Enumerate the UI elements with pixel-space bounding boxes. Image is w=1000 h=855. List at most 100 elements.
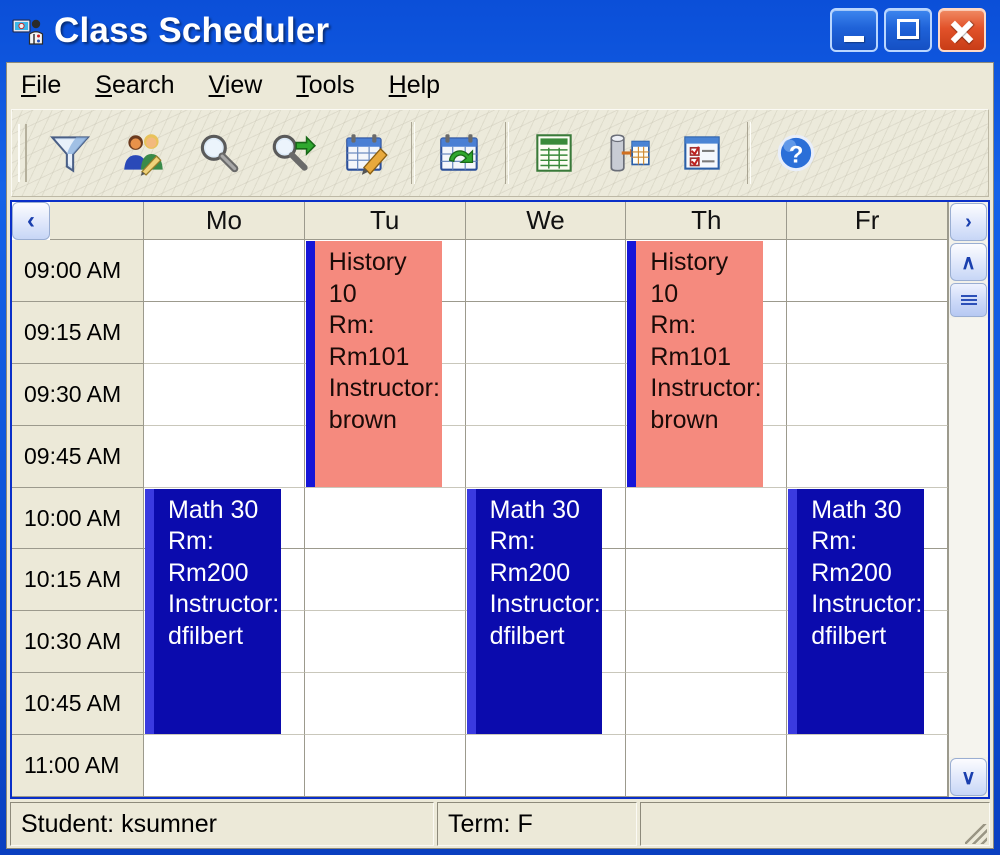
menu-item-file[interactable]: File xyxy=(21,71,61,100)
help-question-icon: ? xyxy=(777,134,815,172)
time-label-0900: 09:00 AM xyxy=(12,240,144,302)
slot-fr-0945[interactable] xyxy=(787,425,948,488)
maximize-button[interactable] xyxy=(884,8,932,52)
close-button[interactable] xyxy=(938,8,986,52)
menu-item-view[interactable]: View xyxy=(209,71,263,100)
checklist-form-icon xyxy=(684,136,720,170)
slot-fr-0915[interactable] xyxy=(787,301,948,364)
search-button[interactable] xyxy=(181,118,255,188)
menu-item-help[interactable]: Help xyxy=(389,71,440,100)
slot-we-0930[interactable] xyxy=(465,363,627,426)
menu-item-tools[interactable]: Tools xyxy=(296,71,354,100)
slot-we-0915[interactable] xyxy=(465,301,627,364)
slot-mo-0930[interactable] xyxy=(144,363,305,426)
edit-students-button[interactable] xyxy=(107,118,181,188)
time-label-0930: 09:30 AM xyxy=(12,363,144,426)
slot-tu-1015[interactable] xyxy=(304,549,466,612)
refresh-schedule-button[interactable] xyxy=(423,118,497,188)
slot-th-1030[interactable] xyxy=(626,611,788,674)
export-database-button[interactable] xyxy=(591,118,665,188)
menu-item-view-label: iew xyxy=(224,70,263,99)
scrollbar-thumb-grip xyxy=(960,293,977,307)
app-person-screen-icon xyxy=(12,16,46,46)
header-corner xyxy=(50,202,144,240)
day-header-fr[interactable]: Fr xyxy=(787,202,948,240)
filter-button[interactable] xyxy=(33,118,107,188)
checklist-button[interactable] xyxy=(665,118,739,188)
day-header-we[interactable]: We xyxy=(465,202,627,240)
slot-tu-1030[interactable] xyxy=(304,611,466,674)
edit-schedule-button[interactable] xyxy=(329,118,403,188)
edit-schedule-calendar-icon xyxy=(346,134,388,175)
report-button[interactable] xyxy=(517,118,591,188)
export-database-table-icon xyxy=(610,134,650,172)
menu-item-tools-label: ools xyxy=(308,70,355,99)
slot-we-1100[interactable] xyxy=(465,735,627,797)
scrollbar-track[interactable] xyxy=(949,318,988,757)
day-header-mo[interactable]: Mo xyxy=(144,202,305,240)
schedule-row: 09:00 AM xyxy=(12,240,948,302)
status-bar: Student: ksumner Term: F xyxy=(10,802,990,846)
event-history-tu[interactable]: History 10 Rm: Rm101 Instructor: brown xyxy=(305,241,442,487)
maximize-icon xyxy=(897,19,919,39)
slot-th-1045[interactable] xyxy=(626,673,788,736)
client-area: File Search View Tools Help ? ‹ Mo Tu We… xyxy=(6,62,994,849)
day-header-th[interactable]: Th xyxy=(626,202,788,240)
toolbar-grip[interactable] xyxy=(18,124,27,182)
time-label-1015: 10:15 AM xyxy=(12,549,144,612)
event-history-th[interactable]: History 10 Rm: Rm101 Instructor: brown xyxy=(627,241,764,487)
vertical-scrollbar[interactable]: › ∧ ∨ xyxy=(948,202,988,797)
prev-week-button[interactable]: ‹ xyxy=(12,202,50,240)
resize-grip[interactable] xyxy=(965,824,987,844)
schedule-row: 09:30 AM xyxy=(12,363,948,426)
time-label-1000: 10:00 AM xyxy=(12,487,144,550)
edit-students-icon xyxy=(124,134,163,176)
application-window: Class Scheduler File Search View Tools H… xyxy=(0,0,1000,855)
slot-th-1000[interactable] xyxy=(626,487,788,550)
minimize-icon xyxy=(844,36,864,42)
scroll-right-button[interactable]: › xyxy=(950,203,987,241)
search-next-button[interactable] xyxy=(255,118,329,188)
status-student: Student: ksumner xyxy=(10,802,434,846)
slot-fr-1100[interactable] xyxy=(787,735,948,797)
help-button[interactable]: ? xyxy=(759,118,833,188)
menu-item-search[interactable]: Search xyxy=(95,71,174,100)
search-next-magnifier-icon xyxy=(272,134,317,171)
time-label-0915: 09:15 AM xyxy=(12,301,144,364)
slot-we-0900[interactable] xyxy=(465,240,627,302)
schedule-grid-main: ‹ Mo Tu We Th Fr 09:00 AM 09:15 AM 09:30… xyxy=(12,202,948,797)
report-grid-icon xyxy=(536,134,572,172)
slot-tu-1000[interactable] xyxy=(304,487,466,550)
event-math-mo[interactable]: Math 30 Rm: Rm200 Instructor: dfilbert xyxy=(145,488,281,735)
schedule-row: 11:00 AM xyxy=(12,735,948,797)
svg-text:?: ? xyxy=(789,141,804,168)
event-math-we[interactable]: Math 30 Rm: Rm200 Instructor: dfilbert xyxy=(466,488,603,735)
slot-tu-1045[interactable] xyxy=(304,673,466,736)
slot-fr-0930[interactable] xyxy=(787,363,948,426)
minimize-button[interactable] xyxy=(830,8,878,52)
window-title: Class Scheduler xyxy=(54,11,330,50)
time-label-0945: 09:45 AM xyxy=(12,425,144,488)
slot-mo-0915[interactable] xyxy=(144,301,305,364)
slot-th-1015[interactable] xyxy=(626,549,788,612)
event-math-fr[interactable]: Math 30 Rm: Rm200 Instructor: dfilbert xyxy=(788,488,925,735)
slot-we-0945[interactable] xyxy=(465,425,627,488)
time-label-1045: 10:45 AM xyxy=(12,673,144,736)
search-magnifier-icon xyxy=(200,134,239,173)
slot-mo-0945[interactable] xyxy=(144,425,305,488)
slot-fr-0900[interactable] xyxy=(787,240,948,302)
slot-mo-0900[interactable] xyxy=(144,240,305,302)
time-label-1100: 11:00 AM xyxy=(12,735,144,797)
status-term: Term: F xyxy=(437,802,637,846)
scrollbar-thumb[interactable] xyxy=(950,283,987,317)
slot-tu-1100[interactable] xyxy=(304,735,466,797)
slot-th-1100[interactable] xyxy=(626,735,788,797)
menu-item-search-label: earch xyxy=(111,70,175,99)
scroll-up-button[interactable]: ∧ xyxy=(950,243,987,281)
day-header-tu[interactable]: Tu xyxy=(304,202,466,240)
scroll-down-button[interactable]: ∨ xyxy=(950,758,987,796)
refresh-schedule-calendar-icon xyxy=(440,134,478,171)
slot-mo-1100[interactable] xyxy=(144,735,305,797)
toolbar-separator xyxy=(411,122,415,184)
toolbar: ? xyxy=(11,109,989,197)
